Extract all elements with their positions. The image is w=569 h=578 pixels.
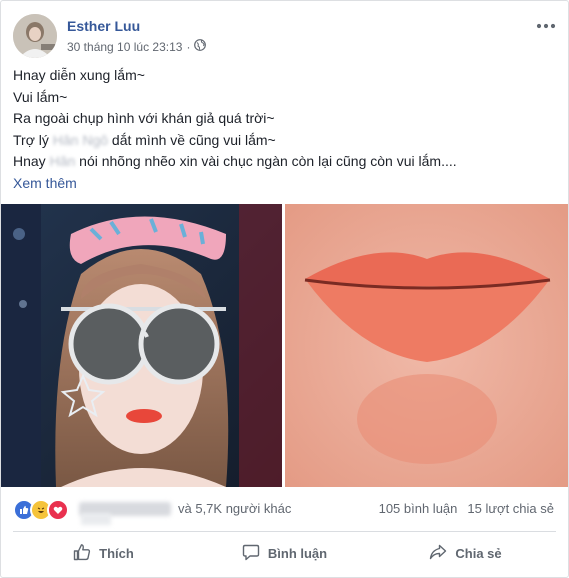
like-label: Thích [99, 545, 134, 561]
reactions-bar: và 5,7K người khác 105 bình luận 15 lượt… [13, 499, 558, 525]
photo-grid [1, 204, 568, 487]
see-more-link[interactable]: Xem thêm [13, 175, 77, 191]
post-line: Ra ngoài chụp hình với khán giả quá trời… [13, 110, 275, 126]
action-bar: Thích Bình luận Chia sẻ [13, 533, 556, 573]
tagged-name-blurred[interactable]: Hân Ngô [53, 132, 108, 148]
reactor-others[interactable]: và 5,7K người khác [178, 501, 291, 516]
like-button[interactable]: Thích [13, 533, 194, 573]
post-text: Hnay diễn xung lắm~ Vui lắm~ Ra ngoài ch… [13, 65, 553, 194]
engagement-counts: 105 bình luận 15 lượt chia sẻ [379, 501, 554, 516]
comment-label: Bình luận [267, 545, 328, 561]
meta-separator: · [186, 39, 191, 54]
globe-icon [194, 39, 207, 54]
share-count[interactable]: 15 lượt chia sẻ [467, 501, 554, 516]
line-text: dắt mình về cũng vui lắm~ [108, 131, 276, 148]
selfie-photo[interactable] [1, 204, 282, 487]
post-line: Trợ lý Hân Ngô dắt mình về cũng vui lắm~ [13, 130, 553, 152]
comment-icon [242, 543, 260, 564]
post-line: Hnay Hân nói nhõng nhẽo xin vài chục ngà… [13, 151, 553, 173]
reactor-names-blurred [81, 513, 111, 525]
line-text: Hnay [13, 153, 50, 169]
post-card: Esther Luu 30 tháng 10 lúc 23:13 · Hnay … [0, 0, 569, 578]
author-name[interactable]: Esther Luu [67, 18, 140, 34]
tagged-name-blurred[interactable]: Hân [50, 153, 76, 169]
love-icon [47, 499, 69, 521]
line-text: Trợ lý [13, 131, 53, 148]
thumbs-up-icon [73, 543, 91, 564]
comment-button[interactable]: Bình luận [194, 533, 375, 573]
reaction-icons[interactable] [13, 499, 69, 521]
action-divider [13, 531, 556, 532]
post-line: Vui lắm~ [13, 88, 68, 105]
share-icon [429, 543, 447, 564]
share-label: Chia sẻ [455, 545, 502, 561]
share-button[interactable]: Chia sẻ [375, 533, 556, 573]
post-timestamp[interactable]: 30 tháng 10 lúc 23:13 [67, 40, 182, 54]
author-avatar[interactable] [13, 14, 57, 58]
post-line: Hnay diễn xung lắm~ [13, 67, 145, 83]
lips-closeup-photo[interactable] [285, 204, 568, 487]
comment-count[interactable]: 105 bình luận [379, 501, 458, 516]
ellipsis-icon[interactable] [536, 13, 556, 34]
post-meta: 30 tháng 10 lúc 23:13 · [67, 39, 207, 54]
line-text: nói nhõng nhẽo xin vài chục ngàn còn lại… [75, 153, 457, 169]
